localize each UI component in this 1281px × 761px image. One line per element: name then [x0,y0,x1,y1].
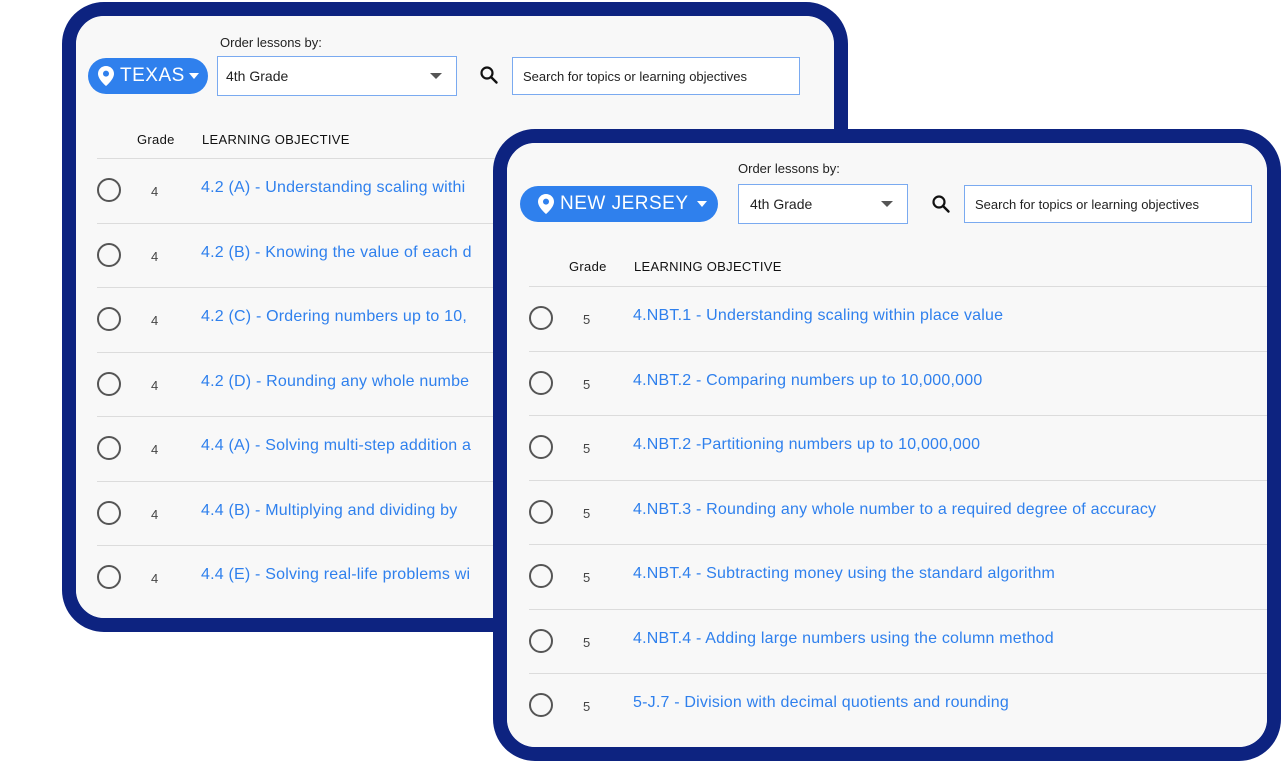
texas-state-name: TEXAS [120,65,185,86]
search-icon[interactable] [479,65,499,85]
texas-state-selector[interactable]: TEXAS [88,58,208,94]
table-row[interactable]: 5 4.NBT.4 - Subtracting money using the s… [529,544,1267,609]
learning-objective-link[interactable]: 4.NBT.1 - Understanding scaling within p… [633,307,1003,325]
learning-objective-link[interactable]: 4.2 (A) - Understanding scaling withi [201,179,465,197]
row-grade: 4 [151,377,159,393]
row-select-radio[interactable] [529,435,553,459]
learning-objective-link[interactable]: 4.NBT.3 - Rounding any whole number to a… [633,501,1156,519]
grade-column-header: Grade [137,132,175,147]
location-pin-icon [98,66,114,86]
row-grade: 5 [583,634,591,650]
texas-grade-dropdown[interactable]: 4th Grade [217,56,457,96]
learning-objective-link[interactable]: 4.4 (E) - Solving real-life problems wi [201,566,470,584]
row-grade: 4 [151,442,159,457]
row-select-radio[interactable] [529,564,553,588]
row-select-radio[interactable] [529,370,553,395]
row-grade: 4 [151,313,159,328]
table-row[interactable]: 5 4.NBT.2 - Comparing numbers up to 10,00… [529,350,1267,416]
objective-column-header: LEARNING OBJECTIVE [202,132,350,147]
location-pin-icon [538,194,554,214]
row-select-radio[interactable] [97,242,121,267]
row-grade: 5 [583,376,591,392]
texas-grade-selected: 4th Grade [226,68,289,84]
learning-objective-link[interactable]: 4.NBT.4 - Adding large numbers using the… [633,630,1054,648]
learning-objective-link[interactable]: 4.NBT.2 - Comparing numbers up to 10,000… [633,372,982,390]
row-select-radio[interactable] [97,371,121,396]
new-jersey-objective-list: 5 4.NBT.1 - Understanding scaling within … [529,286,1267,738]
row-grade: 4 [151,184,159,199]
dropdown-arrow-icon [881,201,893,207]
order-lessons-label: Order lessons by: [220,35,322,50]
row-grade: 5 [583,505,591,521]
caret-down-icon [188,73,199,79]
table-row[interactable]: 5 4.NBT.3 - Rounding any whole number to … [529,479,1267,545]
row-grade: 5 [583,570,591,585]
new-jersey-lessons-panel: NEW JERSEY Order lessons by: 4th Grade G… [493,129,1281,761]
new-jersey-state-name: NEW JERSEY [560,193,689,214]
objective-column-header: LEARNING OBJECTIVE [634,259,782,274]
row-grade: 5 [583,312,591,327]
new-jersey-grade-dropdown[interactable]: 4th Grade [738,184,908,224]
learning-objective-link[interactable]: 4.2 (B) - Knowing the value of each d [201,244,472,262]
row-select-radio[interactable] [97,565,121,589]
new-jersey-state-selector[interactable]: NEW JERSEY [520,186,718,222]
learning-objective-link[interactable]: 4.NBT.4 - Subtracting money using the st… [633,565,1055,583]
row-grade: 5 [583,699,591,714]
row-grade: 4 [151,571,159,586]
search-icon[interactable] [931,194,951,214]
row-select-radio[interactable] [97,178,121,202]
row-grade: 4 [151,248,159,264]
learning-objective-link[interactable]: 4.4 (A) - Solving multi-step addition a [201,437,471,455]
learning-objective-link[interactable]: 4.NBT.2 -Partitioning numbers up to 10,0… [633,436,980,454]
caret-down-icon [696,201,707,207]
table-row[interactable]: 5 4.NBT.4 - Adding large numbers using th… [529,608,1267,674]
row-select-radio[interactable] [97,307,121,331]
row-select-radio[interactable] [529,306,553,330]
learning-objective-link[interactable]: 4.2 (D) - Rounding any whole numbe [201,373,469,391]
table-row[interactable]: 5 4.NBT.1 - Understanding scaling within … [529,286,1267,351]
table-row[interactable]: 5 5-J.7 - Division with decimal quotients… [529,673,1267,738]
learning-objective-link[interactable]: 4.4 (B) - Multiplying and dividing by [201,502,457,520]
learning-objective-link[interactable]: 5-J.7 - Division with decimal quotients … [633,694,1009,712]
row-grade: 5 [583,441,591,456]
row-select-radio[interactable] [529,693,553,717]
row-select-radio[interactable] [529,628,553,653]
texas-search-input[interactable] [512,57,800,95]
row-select-radio[interactable] [97,500,121,525]
table-row[interactable]: 5 4.NBT.2 -Partitioning numbers up to 10,… [529,415,1267,480]
row-select-radio[interactable] [529,499,553,524]
row-select-radio[interactable] [97,436,121,460]
grade-column-header: Grade [569,259,607,274]
new-jersey-panel-content: NEW JERSEY Order lessons by: 4th Grade G… [507,143,1267,747]
new-jersey-search-input[interactable] [964,185,1252,223]
dropdown-arrow-icon [430,73,442,79]
learning-objective-link[interactable]: 4.2 (C) - Ordering numbers up to 10, [201,308,467,326]
row-grade: 4 [151,506,159,522]
order-lessons-label: Order lessons by: [738,161,840,176]
new-jersey-grade-selected: 4th Grade [750,196,813,212]
